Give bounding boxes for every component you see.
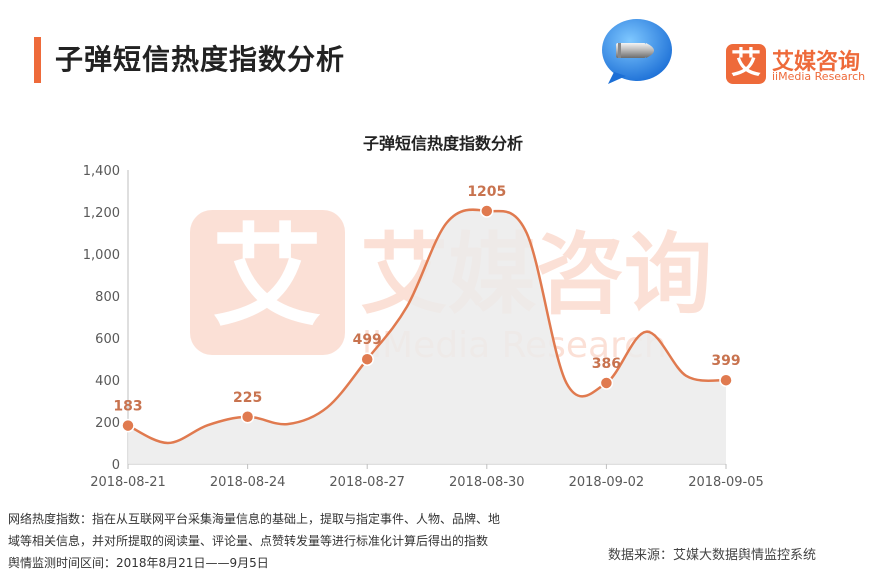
y-tick-label: 0 [112, 458, 120, 473]
notes-line-3: 舆情监测时间区间：2018年8月21日——9月5日 [8, 556, 269, 570]
methodology-notes: 网络热度指数：指在从互联网平台采集海量信息的基础上，提取与指定事件、人物、品牌、… [8, 508, 568, 574]
data-source: 数据来源：艾媒大数据舆情监控系统 [608, 548, 817, 563]
x-tick-label: 2018-08-21 [90, 475, 166, 490]
y-tick-label: 1,000 [83, 248, 120, 263]
notes-line-1: 网络热度指数：指在从互联网平台采集海量信息的基础上，提取与指定事件、人物、品牌、… [8, 512, 501, 526]
y-tick-label: 1,400 [83, 164, 120, 179]
data-label: 499 [353, 332, 382, 348]
data-point [360, 352, 374, 366]
data-point [121, 418, 135, 433]
x-tick-label: 2018-09-02 [569, 475, 645, 490]
watermark-logo-mark: 艾 [212, 213, 322, 341]
y-tick-label: 200 [95, 416, 120, 431]
data-point [240, 410, 255, 424]
x-tick-label: 2018-09-05 [688, 475, 764, 490]
y-tick-label: 1,200 [83, 206, 120, 221]
y-tick-label: 400 [95, 374, 120, 389]
data-label: 1205 [467, 184, 506, 200]
heat-index-chart: 艾 艾媒咨询 iiMedia Research 02004006008001,0… [83, 164, 764, 490]
data-label: 183 [113, 399, 142, 415]
data-label: 399 [711, 353, 740, 369]
y-axis: 0 200 400 600 800 1,000 1,200 1,400 [83, 164, 129, 473]
notes-line-2: 域等相关信息，并对所提取的阅读量、评论量、点赞转发量等进行标准化计算后得出的指数 [8, 534, 489, 548]
data-point [719, 373, 733, 387]
data-point [599, 376, 614, 390]
data-label: 225 [233, 390, 262, 406]
x-tick-label: 2018-08-30 [449, 475, 525, 490]
y-tick-label: 600 [95, 332, 120, 347]
data-point [480, 204, 494, 218]
x-tick-label: 2018-08-24 [210, 475, 286, 490]
y-tick-label: 800 [95, 290, 120, 305]
data-label: 386 [592, 356, 621, 372]
x-tick-label: 2018-08-27 [329, 475, 405, 490]
x-axis: 2018-08-21 2018-08-24 2018-08-27 2018-08-30… [90, 463, 764, 490]
